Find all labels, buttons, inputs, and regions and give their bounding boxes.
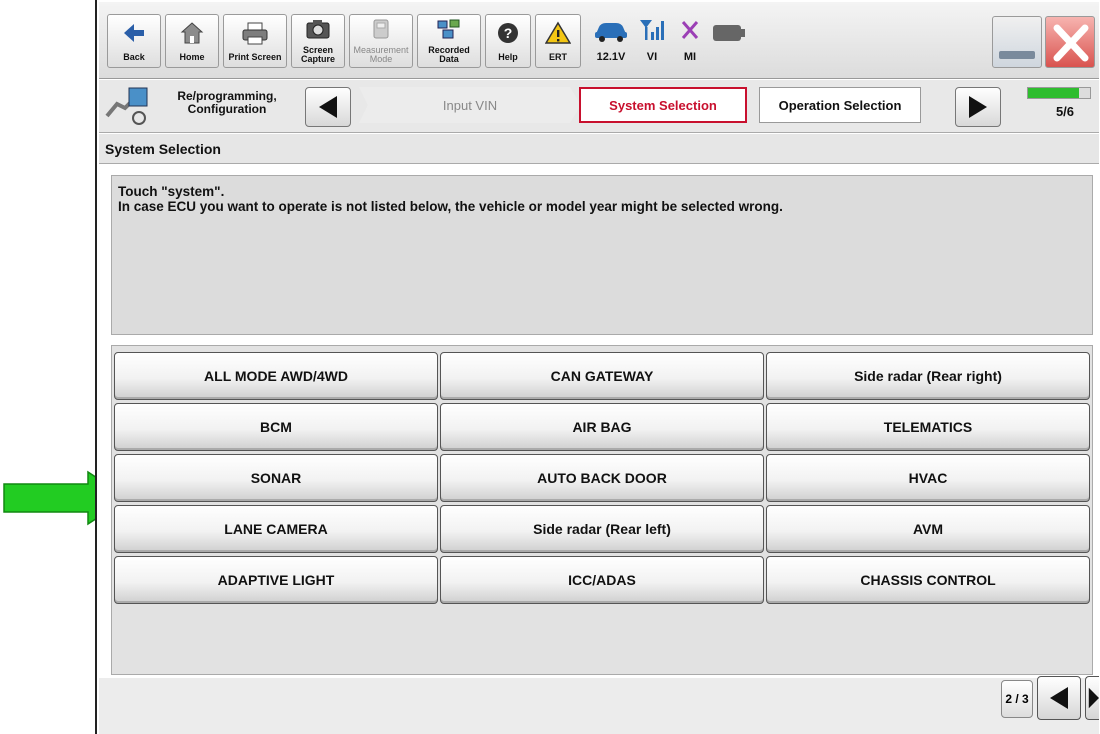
- reprogramming-icon: [103, 86, 151, 126]
- close-button[interactable]: [1045, 16, 1095, 68]
- vehicle-icon: [591, 18, 631, 47]
- measurement-mode-button[interactable]: Measurement Mode: [349, 14, 413, 68]
- mi-indicator: MI: [673, 14, 707, 68]
- print-screen-button[interactable]: Print Screen: [223, 14, 287, 68]
- progress-bar: [1027, 87, 1091, 99]
- svg-text:?: ?: [504, 25, 513, 41]
- printer-icon: [224, 21, 286, 45]
- meter-icon: [350, 18, 412, 42]
- system-button-air-bag[interactable]: AIR BAG: [440, 403, 764, 451]
- message-line-1: Touch "system".: [118, 184, 225, 199]
- system-button-bcm[interactable]: BCM: [114, 403, 438, 451]
- left-arrow-icon: [319, 96, 337, 118]
- system-button-can-gateway[interactable]: CAN GATEWAY: [440, 352, 764, 400]
- help-icon: ?: [486, 21, 530, 45]
- system-button-sonar[interactable]: SONAR: [114, 454, 438, 502]
- right-arrow-icon: [969, 96, 987, 118]
- consult-window: Back Home Print Screen Screen Capture Me…: [95, 0, 1100, 734]
- battery-voltage-indicator: 12.1V: [591, 14, 631, 68]
- close-icon: [1053, 24, 1089, 62]
- system-button-avm[interactable]: AVM: [766, 505, 1090, 553]
- step-operation-selection: Operation Selection: [759, 87, 921, 123]
- nav-forward-button[interactable]: [955, 87, 1001, 127]
- progress-label: 5/6: [1055, 104, 1075, 119]
- recorded-data-button[interactable]: Recorded Data: [417, 14, 481, 68]
- signal-icon: [635, 18, 669, 47]
- home-icon: [166, 21, 218, 45]
- page-title: System Selection: [99, 134, 1099, 164]
- instruction-message: Touch "system". In case ECU you want to …: [111, 175, 1093, 335]
- pager-area: [99, 678, 1099, 734]
- navigation-bar: Re/programming, Configuration Input VIN …: [99, 80, 1099, 133]
- page-prev-arrow-icon: [1050, 687, 1068, 709]
- system-button-hvac[interactable]: HVAC: [766, 454, 1090, 502]
- nav-back-button[interactable]: [305, 87, 351, 127]
- system-button-chassis-control[interactable]: CHASSIS CONTROL: [766, 556, 1090, 604]
- progress-bar-fill: [1028, 88, 1080, 98]
- home-button[interactable]: Home: [165, 14, 219, 68]
- system-button-lane-camera[interactable]: LANE CAMERA: [114, 505, 438, 553]
- battery-status-indicator: [711, 14, 747, 68]
- section-title: Re/programming, Configuration: [177, 89, 277, 116]
- vi-indicator: VI: [635, 14, 669, 68]
- recorded-data-icon: [418, 18, 480, 42]
- help-button[interactable]: ? Help: [485, 14, 531, 68]
- page-indicator: 2 / 3: [1001, 680, 1033, 718]
- message-line-2: In case ECU you want to operate is not l…: [118, 199, 783, 214]
- camera-icon: [292, 18, 344, 42]
- system-button-auto-back-door[interactable]: AUTO BACK DOOR: [440, 454, 764, 502]
- system-button-icc-adas[interactable]: ICC/ADAS: [440, 556, 764, 604]
- ert-button[interactable]: ERT: [535, 14, 581, 68]
- system-button-side-radar-rear-right[interactable]: Side radar (Rear right): [766, 352, 1090, 400]
- page-prev-button[interactable]: [1037, 676, 1081, 720]
- battery-icon: [711, 24, 747, 47]
- disconnected-x-icon: [673, 18, 707, 47]
- toolbar: Back Home Print Screen Screen Capture Me…: [99, 2, 1099, 79]
- step-system-selection: System Selection: [579, 87, 747, 123]
- page-next-button[interactable]: [1085, 676, 1099, 720]
- system-button-adaptive-light[interactable]: ADAPTIVE LIGHT: [114, 556, 438, 604]
- system-list: ALL MODE AWD/4WD CAN GATEWAY Side radar (R…: [111, 345, 1093, 675]
- warning-icon: [536, 21, 580, 45]
- back-arrow-icon: [108, 21, 160, 45]
- step-input-vin: Input VIN: [359, 87, 581, 123]
- minimize-button[interactable]: [992, 16, 1042, 68]
- page-next-arrow-icon: [1088, 687, 1099, 709]
- system-button-all-mode-awd-4wd[interactable]: ALL MODE AWD/4WD: [114, 352, 438, 400]
- back-button[interactable]: Back: [107, 14, 161, 68]
- system-button-side-radar-rear-left[interactable]: Side radar (Rear left): [440, 505, 764, 553]
- minimize-icon: [999, 51, 1035, 59]
- system-button-telematics[interactable]: TELEMATICS: [766, 403, 1090, 451]
- screen-capture-button[interactable]: Screen Capture: [291, 14, 345, 68]
